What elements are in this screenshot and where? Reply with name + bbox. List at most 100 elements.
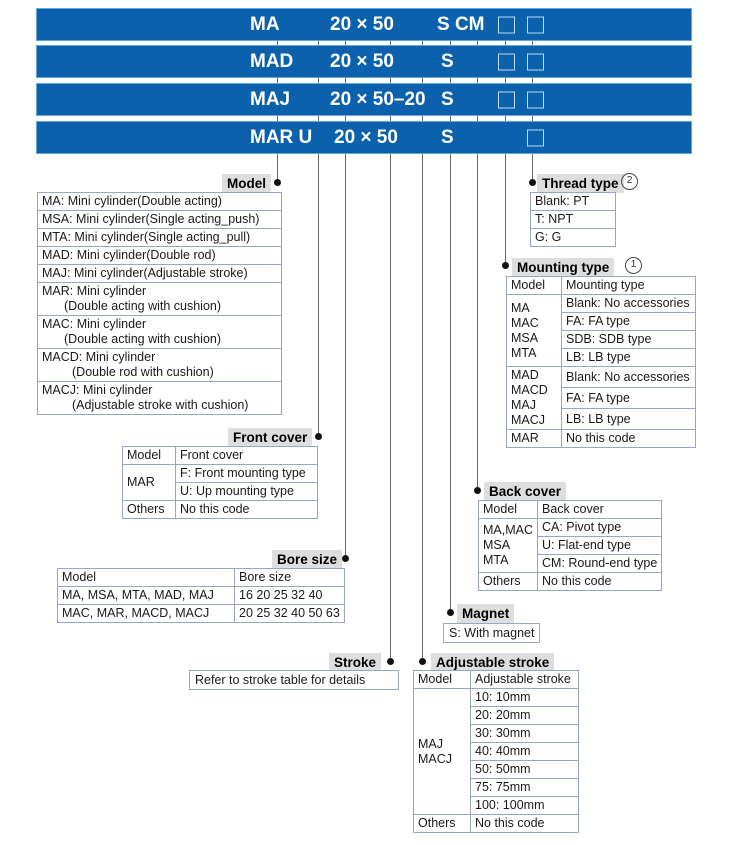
table-row: MAD MACD MAJ MACJ Blank: No accessories xyxy=(506,366,696,430)
model-row-5: MAR: Mini cylinder (Double acting with cu… xyxy=(37,282,282,316)
stroke-value: Refer to stroke table for details xyxy=(189,670,399,690)
leader-stroke xyxy=(390,154,391,662)
back-cover-group-1-models: Others xyxy=(478,572,538,591)
code-bar-ma-model: MA xyxy=(250,13,280,35)
bore-size-header-value: Bore size xyxy=(234,568,345,587)
tick-line xyxy=(318,116,319,121)
footnote-badge-1: 1 xyxy=(625,257,642,274)
leader-mounting-type xyxy=(505,154,506,266)
tick-line xyxy=(505,116,506,121)
table-row: MAR No this code xyxy=(506,429,696,448)
mounting-group-1-option-2: LB: LB type xyxy=(561,408,696,430)
table-row: MACJ: Mini cylinder (Adjustable stroke wi… xyxy=(37,381,282,415)
model-row-4: MAJ: Mini cylinder(Adjustable stroke) xyxy=(37,264,282,283)
table-row: MAD: Mini cylinder(Double rod) xyxy=(37,246,282,265)
tick-line xyxy=(505,78,506,83)
leader-dot-bore-size xyxy=(342,555,349,562)
table-thread-type: Blank: PT T: NPT G: G xyxy=(530,192,616,247)
section-title-thread-type: Thread type xyxy=(537,174,624,193)
mounting-group-1-models: MAD MACD MAJ MACJ xyxy=(506,366,562,430)
code-bar-maj-suffix: S xyxy=(441,88,454,110)
tick-line xyxy=(450,116,451,121)
tick-line xyxy=(345,78,346,83)
back-cover-group-0-option-2: CM: Round-end type xyxy=(536,554,663,573)
table-row: Model Adjustable stroke xyxy=(413,670,579,689)
table-row: Model Back cover xyxy=(478,500,663,519)
tick-line xyxy=(390,78,391,83)
table-row: Model Mounting type xyxy=(506,276,696,295)
model-row-1: MSA: Mini cylinder(Single acting_push) xyxy=(37,210,282,229)
leader-back-cover xyxy=(477,154,478,490)
section-title-front-cover: Front cover xyxy=(228,428,313,447)
leader-adjustable-stroke xyxy=(422,154,423,662)
code-bar-mad-size: 20 × 50 xyxy=(330,50,394,72)
bore-size-row-0-sizes: 16 20 25 32 40 xyxy=(234,586,345,605)
back-cover-group-0-models: MA,MAC MSA MTA xyxy=(478,518,538,573)
front-cover-header-value: Front cover xyxy=(175,446,318,465)
code-bar-mad-model: MAD xyxy=(250,50,294,72)
code-bar-mad-box-2 xyxy=(527,53,544,70)
table-row: MAR F: Front mounting type xyxy=(122,464,318,501)
tick-line xyxy=(345,116,346,121)
table-adjustable-stroke: Model Adjustable stroke MAJ MACJ 10: 10mm… xyxy=(413,670,579,833)
model-row-2: MTA: Mini cylinder(Single acting_pull) xyxy=(37,228,282,247)
table-row: Model Front cover xyxy=(122,446,318,465)
back-cover-header-model: Model xyxy=(478,500,538,519)
code-bar-ma-size: 20 × 50 xyxy=(330,13,394,35)
table-back-cover: Model Back cover MA,MAC MSA MTA CA: Pivot … xyxy=(478,500,663,591)
mounting-group-0-models: MA MAC MSA MTA xyxy=(506,294,562,367)
magnet-value: S: With magnet xyxy=(443,623,541,643)
tick-line xyxy=(477,116,478,121)
adj-stroke-group-1-models: Others xyxy=(413,814,471,833)
bore-size-row-0-models: MA, MSA, MTA, MAD, MAJ xyxy=(57,586,235,605)
model-row-6: MAC: Mini cylinder (Double acting with cu… xyxy=(37,315,282,349)
adj-stroke-group-0-option-4: 50: 50mm xyxy=(470,760,579,779)
code-bar-mar-suffix: S xyxy=(441,126,454,148)
leader-dot-back-cover xyxy=(474,487,481,494)
code-bar-maj-size: 20 × 50–20 xyxy=(330,88,426,110)
code-bar-maj-model: MAJ xyxy=(250,88,291,110)
adj-stroke-group-0-option-3: 40: 40mm xyxy=(470,742,579,761)
mounting-header-model: Model xyxy=(506,276,562,295)
leader-dot-stroke xyxy=(387,658,394,665)
table-row: Blank: PT xyxy=(530,192,616,211)
bore-size-row-1-sizes: 20 25 32 40 50 63 xyxy=(234,604,345,623)
tick-line xyxy=(532,41,533,45)
leader-dot-magnet xyxy=(447,609,454,616)
table-row: Others No this code xyxy=(478,572,663,591)
tick-line xyxy=(477,41,478,45)
adj-stroke-group-0-option-0: 10: 10mm xyxy=(470,688,579,707)
leader-bore-size xyxy=(345,154,346,559)
leader-dot-mounting-type xyxy=(502,262,509,269)
adj-stroke-group-0-option-6: 100: 100mm xyxy=(470,796,579,815)
table-row: MA, MSA, MTA, MAD, MAJ 16 20 25 32 40 xyxy=(57,586,345,605)
adj-stroke-group-0-models: MAJ MACJ xyxy=(413,688,471,815)
table-row: MA: Mini cylinder(Double acting) xyxy=(37,192,282,211)
code-bar-mar-size: 20 × 50 xyxy=(334,126,398,148)
thread-type-row-0: Blank: PT xyxy=(530,192,616,211)
model-row-8: MACJ: Mini cylinder (Adjustable stroke wi… xyxy=(37,381,282,415)
tick-line xyxy=(277,116,278,121)
model-row-7: MACD: Mini cylinder (Double rod with cush… xyxy=(37,348,282,382)
table-mounting-type: Model Mounting type MA MAC MSA MTA Blank: N… xyxy=(506,276,696,448)
code-bar-mad-suffix: S xyxy=(441,50,454,72)
tick-line xyxy=(277,41,278,45)
section-title-mounting-type: Mounting type xyxy=(512,258,615,277)
code-bar-ma: MA 20 × 50 S CM xyxy=(36,8,692,41)
code-bar-ma-box-1 xyxy=(498,16,515,33)
front-cover-header-model: Model xyxy=(122,446,176,465)
front-cover-group-0-option-0: F: Front mounting type xyxy=(175,464,318,483)
tick-line xyxy=(277,78,278,83)
table-row: MAC, MAR, MACD, MACJ 20 25 32 40 50 63 xyxy=(57,604,345,623)
tick-line xyxy=(532,78,533,83)
tick-line xyxy=(532,116,533,121)
adj-stroke-group-0-option-2: 30: 30mm xyxy=(470,724,579,743)
adj-stroke-group-0-option-1: 20: 20mm xyxy=(470,706,579,725)
table-row: MAJ MACJ 10: 10mm xyxy=(413,688,579,815)
mounting-group-0-option-2: SDB: SDB type xyxy=(561,330,696,349)
back-cover-group-1-option-0: No this code xyxy=(536,572,663,591)
code-bar-mar-model: MAR U xyxy=(250,126,313,148)
footnote-badge-2: 2 xyxy=(621,173,638,190)
tick-line xyxy=(422,116,423,121)
code-bar-ma-box-2 xyxy=(527,16,544,33)
